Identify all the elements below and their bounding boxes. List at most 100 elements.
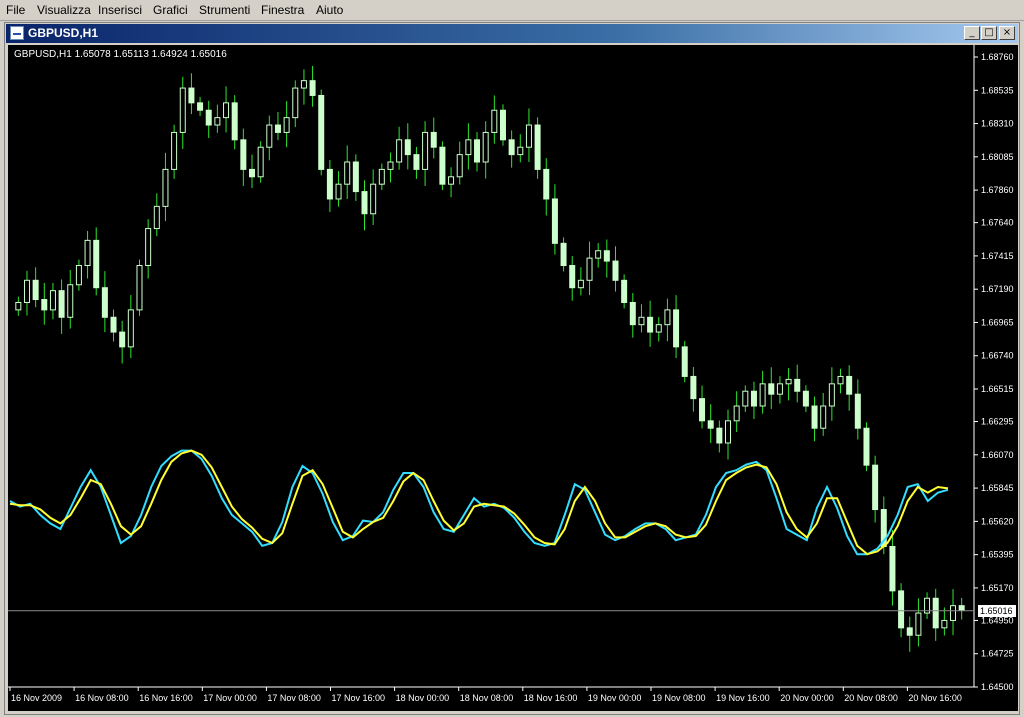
candle-body (101, 287, 108, 318)
candle-body (32, 279, 39, 301)
menu-inserisci[interactable]: Inserisci (98, 3, 142, 17)
candle-body (110, 316, 117, 333)
window-titlebar[interactable]: GBPUSD,H1 _ □ × (6, 24, 1018, 43)
y-tick-label: 1.67415 (981, 251, 1014, 261)
candle-body (638, 316, 645, 326)
candle-body (759, 383, 766, 407)
candle-body (820, 405, 827, 429)
candle-body (188, 87, 195, 104)
x-tick-label: 17 Nov 08:00 (267, 693, 321, 703)
candle-body (249, 168, 255, 178)
candle-body (612, 260, 619, 281)
candle-body (84, 239, 91, 267)
x-tick-label: 19 Nov 00:00 (588, 693, 642, 703)
candle-body (23, 279, 30, 303)
candle-body (950, 605, 957, 621)
candle-body (898, 590, 905, 629)
candle-body (872, 464, 879, 511)
candle-body (543, 168, 550, 200)
candle-body (283, 117, 290, 133)
y-tick-label: 1.68535 (981, 85, 1014, 95)
menu-aiuto[interactable]: Aiuto (316, 3, 343, 17)
candle-body (58, 290, 65, 318)
candle-body (958, 605, 965, 611)
candle-body (214, 117, 221, 126)
candle-body (153, 205, 160, 230)
y-tick-label: 1.65845 (981, 483, 1014, 493)
x-tick-label: 19 Nov 16:00 (716, 693, 770, 703)
candle-body (854, 393, 861, 429)
close-button[interactable]: × (999, 26, 1015, 40)
candle-body (162, 168, 169, 207)
oscillator-line-fast (9, 449, 949, 556)
candle-body (292, 87, 299, 119)
x-tick-label: 17 Nov 00:00 (203, 693, 257, 703)
candle-body (863, 427, 870, 466)
minimize-button[interactable]: _ (964, 26, 980, 40)
candle-body (309, 80, 316, 96)
candle-body (577, 279, 584, 289)
candle-body (664, 309, 671, 326)
x-tick-label: 16 Nov 08:00 (75, 693, 129, 703)
price-chart[interactable]: 1.68760 1.68535 1.68310 1.68085 1.67860 1.676… (8, 45, 1018, 711)
candle-body (846, 375, 853, 395)
candle-body (465, 139, 472, 156)
candle-body (534, 124, 541, 170)
y-tick-label: 1.68310 (981, 119, 1014, 129)
candle-body (257, 146, 264, 178)
y-tick-label: 1.64500 (981, 682, 1014, 692)
candle-body (750, 390, 757, 407)
candle-body (474, 139, 481, 163)
menu-visualizza[interactable]: Visualizza (37, 3, 91, 17)
y-tick-label: 1.65395 (981, 550, 1014, 560)
candle-body (491, 109, 498, 133)
candle-body (387, 161, 394, 170)
y-tick-label: 1.66515 (981, 384, 1014, 394)
candle-body (352, 161, 359, 193)
candle-body (742, 390, 749, 407)
candle-body (932, 597, 939, 629)
candle-body (240, 139, 247, 170)
candle-body (439, 146, 446, 185)
candle-body (603, 250, 610, 262)
candle-body (690, 375, 697, 400)
candle-body (655, 324, 662, 333)
chart-window-icon (10, 26, 24, 40)
x-tick-label: 20 Nov 16:00 (908, 693, 962, 703)
candle-body (776, 383, 783, 395)
x-tick-label: 20 Nov 00:00 (780, 693, 834, 703)
y-tick-label: 1.66965 (981, 317, 1014, 327)
candle-body (344, 161, 351, 185)
y-tick-label: 1.68760 (981, 52, 1014, 62)
y-tick-label: 1.66070 (981, 450, 1014, 460)
candle-body (430, 131, 437, 148)
menu-grafici[interactable]: Grafici (153, 3, 188, 17)
menu-file[interactable]: File (6, 3, 25, 17)
current-price-tag: 1.65016 (978, 604, 1016, 617)
y-tick-label: 1.67190 (981, 284, 1014, 294)
candle-body (837, 375, 844, 385)
maximize-button[interactable]: □ (981, 26, 997, 40)
candle-body (448, 176, 455, 185)
x-tick-label: 17 Nov 16:00 (332, 693, 386, 703)
menu-finestra[interactable]: Finestra (261, 3, 304, 17)
candle-body (370, 183, 377, 215)
candle-body (889, 546, 896, 592)
candle-body (361, 191, 368, 215)
candle-body (629, 301, 636, 326)
candle-body (785, 378, 792, 385)
candle-body (136, 265, 143, 311)
candle-body (499, 109, 506, 141)
x-tick-label: 18 Nov 16:00 (524, 693, 578, 703)
candle-body (802, 390, 809, 407)
candle-body (621, 279, 628, 303)
candle-body (396, 139, 403, 163)
candle-body (145, 228, 152, 267)
candle-body (300, 80, 307, 89)
y-tick-label: 1.66295 (981, 417, 1014, 427)
chart-canvas[interactable]: 1.68760 1.68535 1.68310 1.68085 1.67860 1.676… (8, 45, 1018, 711)
candle-body (906, 627, 913, 636)
menu-strumenti[interactable]: Strumenti (199, 3, 250, 17)
y-tick-label: 1.68085 (981, 152, 1014, 162)
candle-body (171, 131, 178, 170)
